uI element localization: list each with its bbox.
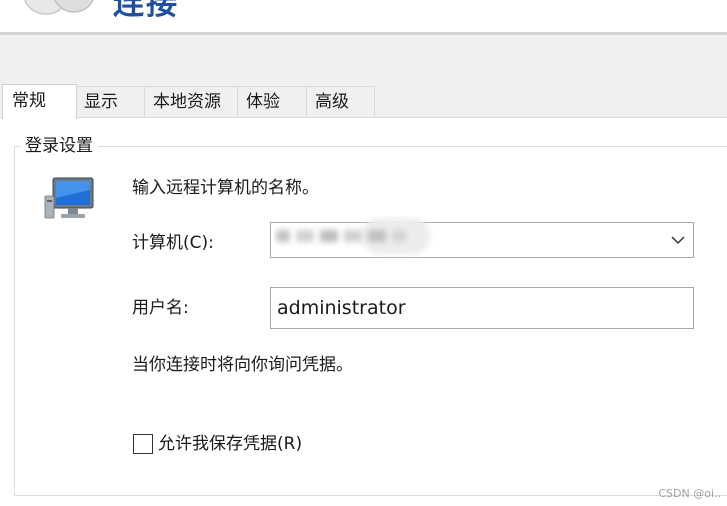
watermark: CSDN @oi..: [658, 487, 721, 500]
tab-general[interactable]: 常规: [2, 84, 77, 119]
computer-label: 计算机(C):: [132, 233, 214, 253]
general-tab-panel: 登录设置 输入远程计算机的名称。 计算机(C): 用户名: administra…: [0, 117, 727, 506]
save-credentials-label[interactable]: 允许我保存凭据(R): [158, 433, 302, 455]
remote-desktop-icon: [24, 0, 94, 15]
window-title: 连接: [113, 0, 179, 22]
tab-local-resources[interactable]: 本地资源: [144, 86, 238, 118]
tab-advanced[interactable]: 高级: [306, 86, 375, 118]
credential-note: 当你连接时将向你询问凭据。: [132, 355, 353, 375]
header: 连接: [0, 0, 727, 32]
save-credentials-checkbox[interactable]: [133, 434, 153, 454]
username-label: 用户名:: [132, 298, 189, 318]
computer-monitor-icon: [44, 177, 94, 219]
chevron-down-icon[interactable]: [671, 234, 685, 246]
username-input[interactable]: [270, 287, 694, 329]
group-title: 登录设置: [20, 134, 98, 158]
tab-experience[interactable]: 体验: [237, 86, 307, 118]
tab-strip: 常规 显示 本地资源 体验 高级: [0, 84, 727, 119]
instruction-text: 输入远程计算机的名称。: [132, 178, 319, 198]
tab-display[interactable]: 显示: [75, 86, 145, 118]
redacted-computer-name: [276, 218, 430, 254]
remote-desktop-window: 连接 常规 显示 本地资源 体验 高级 登录设置 输入远程计算机的名称。 计算机…: [0, 0, 727, 506]
